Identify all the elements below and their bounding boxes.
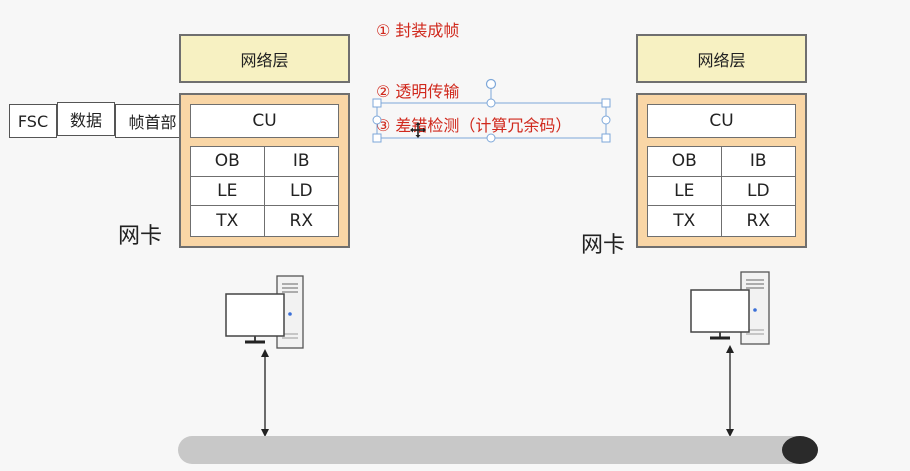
right-cell-ob: OB xyxy=(648,147,722,177)
rotate-handle xyxy=(485,78,497,90)
right-cell-ib: IB xyxy=(721,147,795,177)
left-cell-ib: IB xyxy=(264,147,338,177)
right-status-grid: OB IB LE LD TX RX xyxy=(647,146,796,237)
right-cell-le: LE xyxy=(648,176,722,207)
left-cell-tx: TX xyxy=(191,206,265,236)
left-status-grid: OB IB LE LD TX RX xyxy=(190,146,339,237)
left-cell-ob: OB xyxy=(191,147,265,177)
network-cable xyxy=(178,436,812,464)
right-network-layer: 网络层 xyxy=(636,34,807,83)
step-1-framing: ① 封装成帧 xyxy=(376,21,460,40)
right-cell-ld: LD xyxy=(721,177,795,207)
left-cell-rx: RX xyxy=(289,211,313,232)
move-cursor-icon xyxy=(410,122,426,138)
right-cu: CU xyxy=(647,104,796,138)
frame-fsc: FSC xyxy=(9,104,57,138)
left-network-layer: 网络层 xyxy=(179,34,350,83)
left-cu: CU xyxy=(190,104,339,138)
left-computer-icon xyxy=(225,275,304,349)
right-nic-label: 网卡 xyxy=(581,233,626,258)
selection-box[interactable] xyxy=(368,74,618,146)
cable-end-cap xyxy=(782,436,818,464)
right-computer-icon xyxy=(690,271,770,345)
left-cell-le: LE xyxy=(191,176,265,207)
left-link-arrow xyxy=(261,349,269,437)
left-cell-ld: LD xyxy=(264,177,338,207)
right-cell-rx: RX xyxy=(746,211,770,232)
left-nic-label: 网卡 xyxy=(118,224,163,249)
frame-data: 数据 xyxy=(57,102,115,136)
right-link-arrow xyxy=(726,345,734,437)
right-cell-tx: TX xyxy=(648,206,722,236)
